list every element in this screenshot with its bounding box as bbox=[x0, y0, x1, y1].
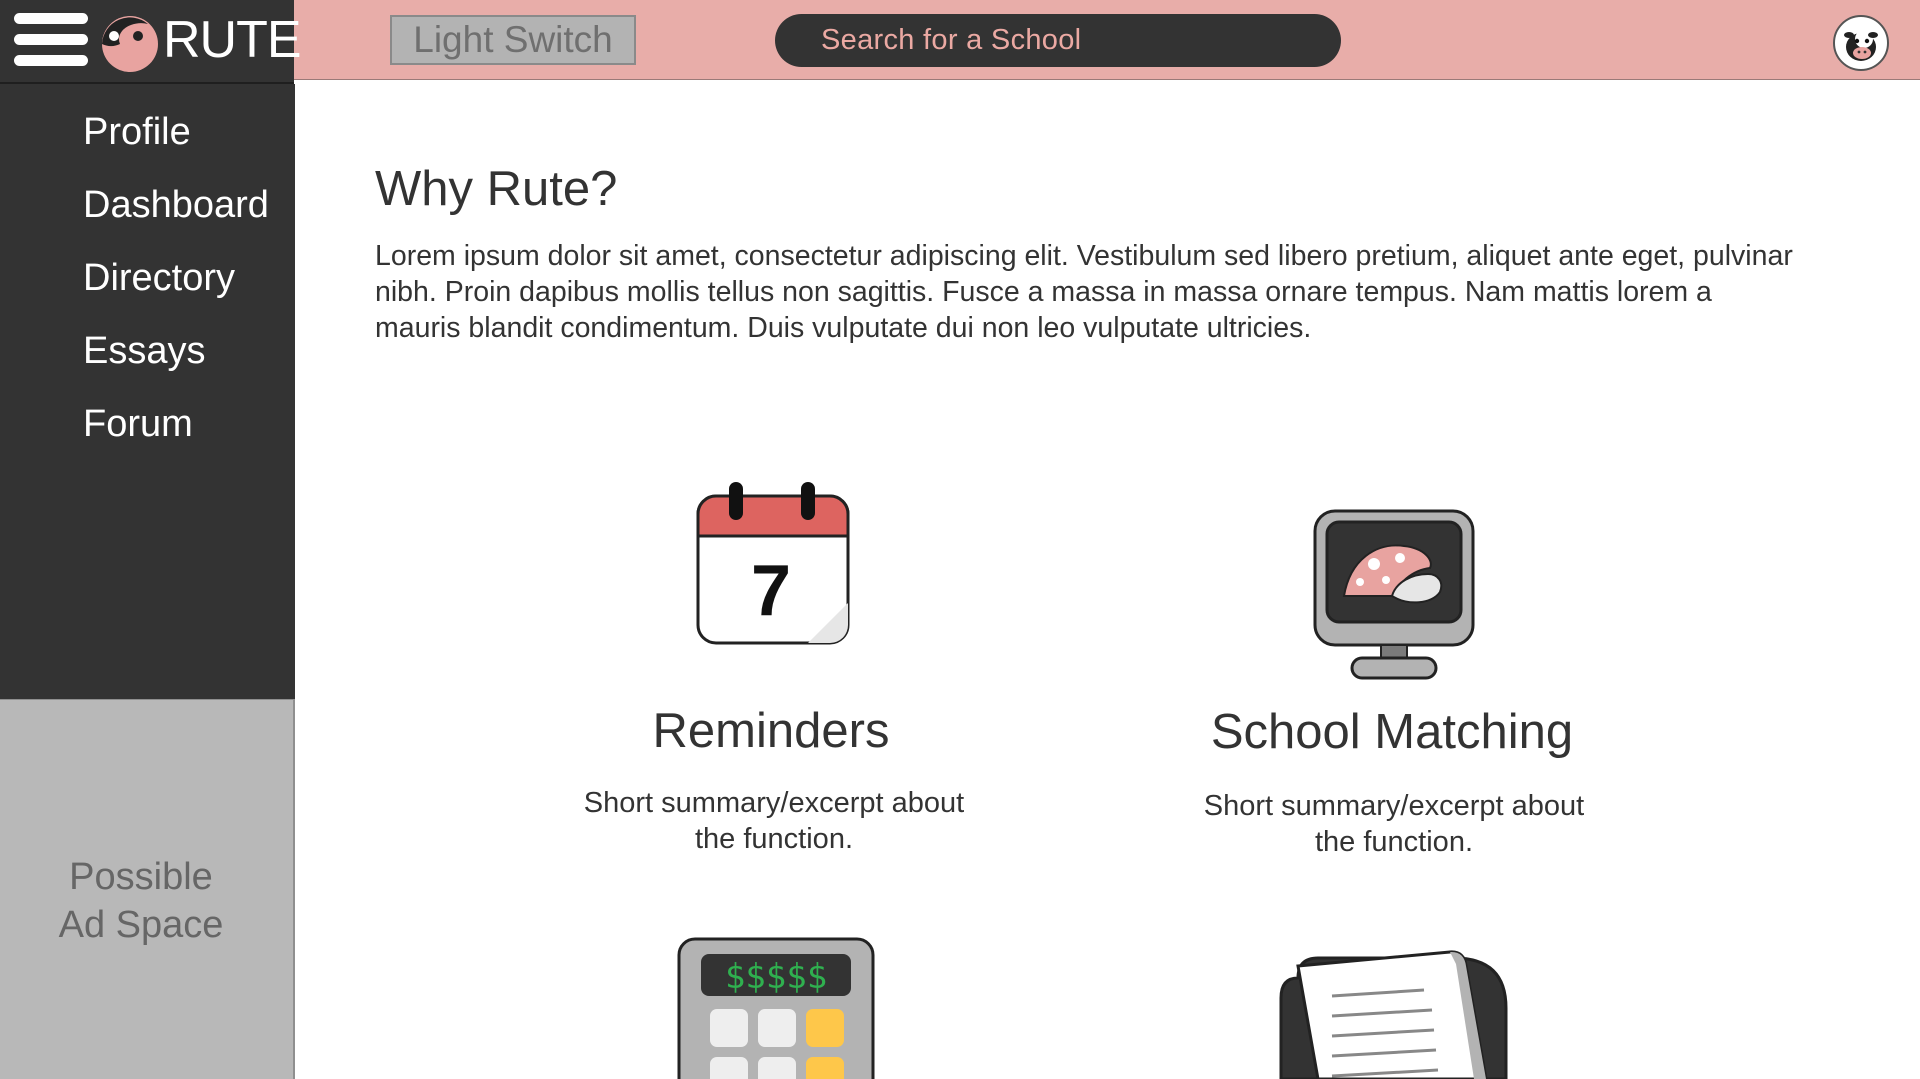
sidebar: Profile Dashboard Directory Essays Forum bbox=[0, 84, 295, 699]
feature-title-reminders: Reminders bbox=[652, 704, 890, 758]
sidebar-item-directory[interactable]: Directory bbox=[83, 255, 235, 301]
sidebar-item-dashboard[interactable]: Dashboard bbox=[83, 182, 269, 228]
feature-summary-school-matching: Short summary/excerpt about the function… bbox=[1203, 790, 1585, 858]
search-placeholder: Search for a School bbox=[821, 24, 1082, 56]
document-icon[interactable] bbox=[1278, 948, 1512, 1079]
calculator-icon[interactable]: $$$$$ bbox=[677, 937, 875, 1079]
ad-space-line2: Ad Space bbox=[58, 904, 224, 946]
calculator-display: $$$$$ bbox=[725, 957, 827, 997]
school-search-input[interactable]: Search for a School bbox=[775, 14, 1341, 67]
brand-name[interactable]: RUTE bbox=[163, 8, 302, 72]
brand-area: RUTE bbox=[0, 0, 302, 84]
hamburger-menu-icon[interactable] bbox=[14, 13, 88, 67]
monitor-mushroom-icon[interactable] bbox=[1312, 508, 1476, 683]
user-avatar[interactable] bbox=[1833, 15, 1889, 71]
light-switch-button[interactable]: Light Switch bbox=[390, 15, 636, 65]
feature-title-school-matching: School Matching bbox=[1210, 705, 1574, 759]
sidebar-item-essays[interactable]: Essays bbox=[83, 328, 205, 374]
page-title: Why Rute? bbox=[375, 162, 618, 216]
ad-space-label: Possible Ad Space bbox=[0, 853, 282, 949]
sidebar-item-profile[interactable]: Profile bbox=[83, 109, 191, 155]
feature-summary-reminders: Short summary/excerpt about the function… bbox=[583, 787, 965, 855]
rute-logo-icon bbox=[102, 16, 158, 72]
ad-space-line1: Possible bbox=[69, 856, 213, 898]
calendar-day-number: 7 bbox=[751, 551, 791, 631]
cow-avatar-icon bbox=[1844, 30, 1878, 61]
calendar-icon[interactable]: 7 bbox=[695, 478, 855, 648]
intro-paragraph: Lorem ipsum dolor sit amet, consectetur … bbox=[375, 240, 1793, 344]
sidebar-item-forum[interactable]: Forum bbox=[83, 401, 193, 447]
ad-space: Possible Ad Space bbox=[0, 699, 295, 1079]
